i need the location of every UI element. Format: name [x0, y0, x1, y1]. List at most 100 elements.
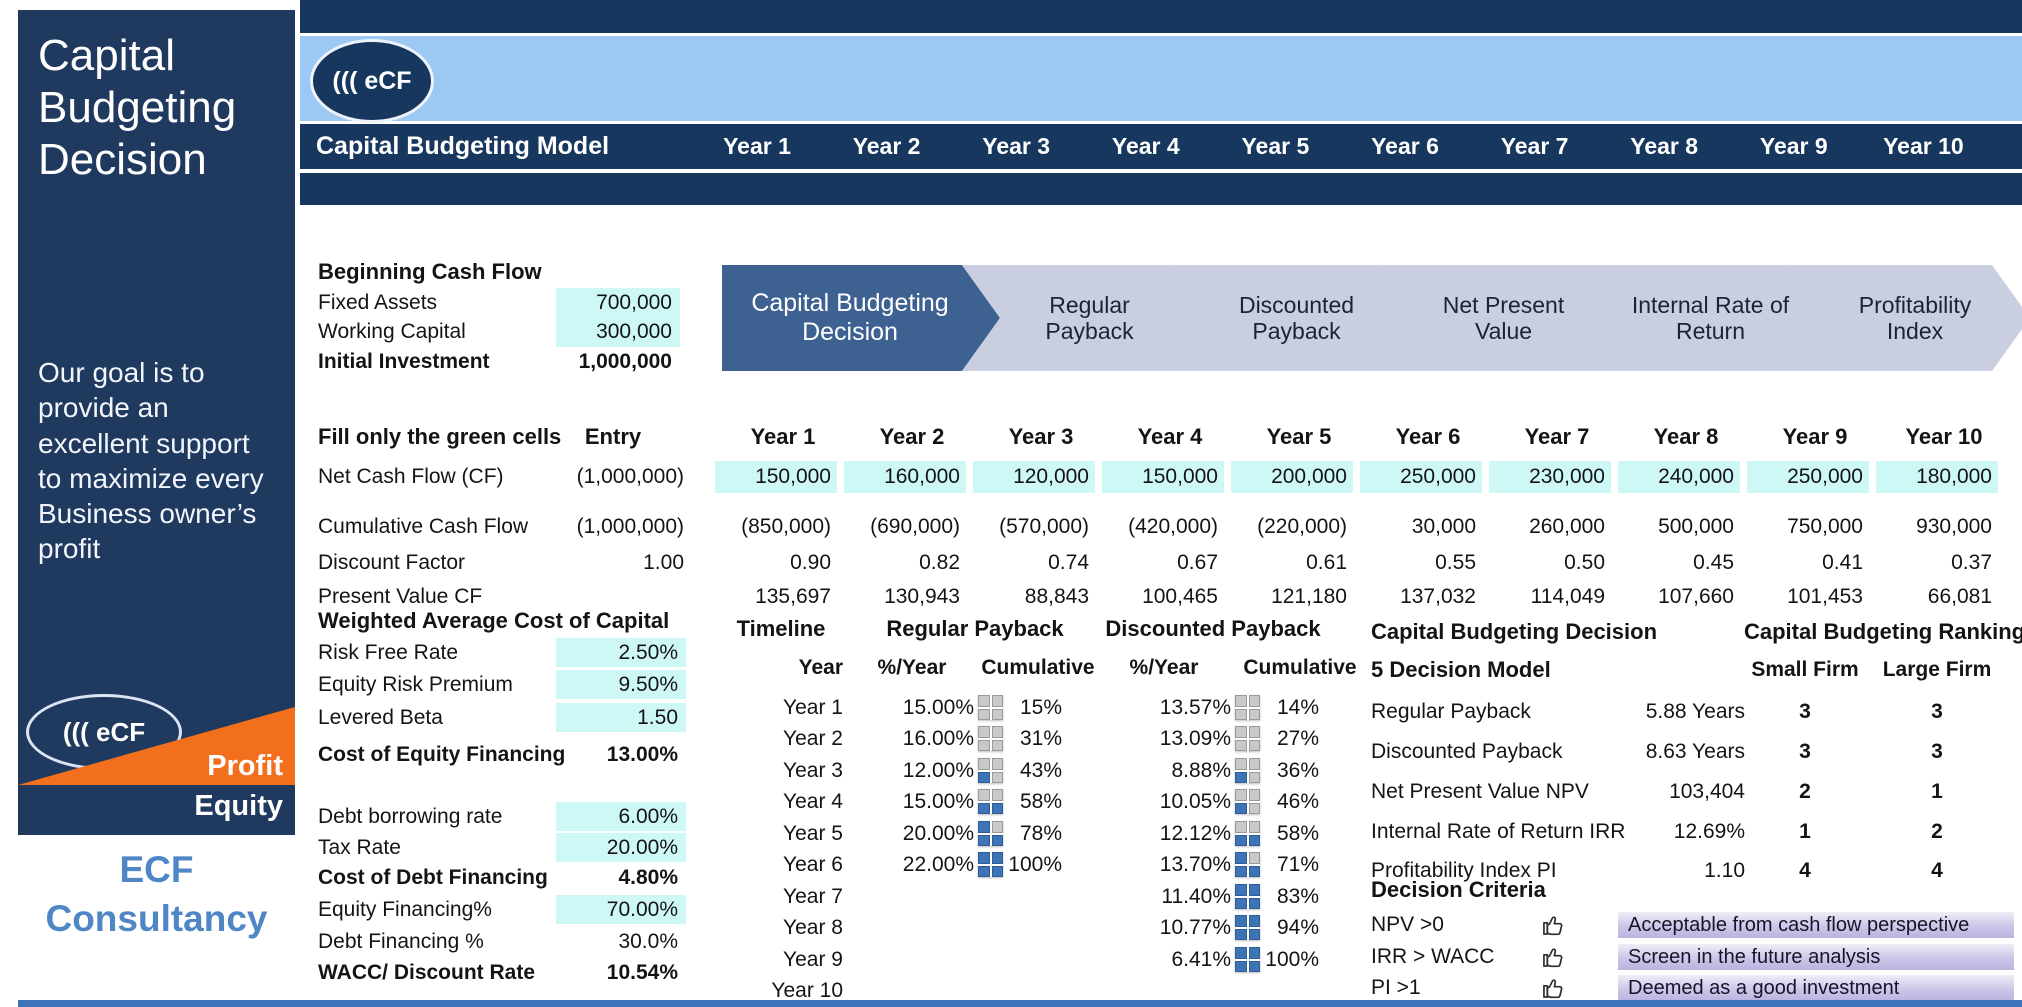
- cell-value[interactable]: 300,000: [478, 318, 672, 346]
- page-title: Capital Budgeting Decision: [38, 30, 253, 186]
- large-firm-rank: 3: [1907, 738, 1967, 766]
- cell-value[interactable]: 120,000: [959, 463, 1089, 491]
- decision-row-value: 12.69%: [1565, 818, 1745, 846]
- decision-row-value: 1.10: [1565, 857, 1745, 885]
- row-label: Risk Free Rate: [318, 639, 458, 667]
- cell-value: (570,000): [959, 513, 1089, 541]
- cell-value: 10.54%: [484, 959, 678, 987]
- thumbs-up-icon: [1540, 943, 1568, 971]
- cell-value: (850,000): [701, 513, 831, 541]
- cell-value[interactable]: 9.50%: [484, 671, 678, 699]
- cell-value: (220,000): [1217, 513, 1347, 541]
- timeline-title: Timeline: [721, 615, 841, 643]
- top-navy-strip: [300, 0, 2022, 33]
- cell-value[interactable]: 20.00%: [484, 834, 678, 862]
- regular-cumulative-value: 31%: [1000, 725, 1062, 753]
- ranking-title: Capital Budgeting Ranking: [1744, 618, 2006, 646]
- criterion-label: PI >1: [1371, 974, 1421, 1002]
- cell-value: (420,000): [1088, 513, 1218, 541]
- year-subheader: Year: [743, 654, 843, 682]
- small-firm-rank: 1: [1775, 818, 1835, 846]
- cell-value: (690,000): [830, 513, 960, 541]
- header-year-6: Year 6: [1345, 124, 1465, 169]
- cell-value: 0.55: [1346, 549, 1476, 577]
- regular-cumulative-value: 100%: [1000, 851, 1062, 879]
- decision-model-title-line1: Capital Budgeting Decision: [1371, 618, 1657, 646]
- cell-value[interactable]: 250,000: [1346, 463, 1476, 491]
- header-title-band: Capital Budgeting Model Year 1Year 2Year…: [300, 124, 2022, 169]
- small-firm-rank: 3: [1775, 698, 1835, 726]
- timeline-year-label: Year 3: [743, 757, 843, 785]
- cumulative-subheader: Cumulative: [978, 654, 1098, 682]
- criterion-label: IRR > WACC: [1371, 943, 1494, 971]
- cell-value: 0.50: [1475, 549, 1605, 577]
- cell-value[interactable]: 6.00%: [484, 803, 678, 831]
- small-firm-rank: 2: [1775, 778, 1835, 806]
- cell-value[interactable]: 180,000: [1862, 463, 1992, 491]
- cell-value[interactable]: 230,000: [1475, 463, 1605, 491]
- process-step-1[interactable]: Capital Budgeting Decision: [722, 265, 1000, 371]
- discounted-cumulative-value: 36%: [1255, 757, 1319, 785]
- header-year-7: Year 7: [1475, 124, 1595, 169]
- discounted-pct-value: 10.77%: [1111, 914, 1231, 942]
- cell-value: 107,660: [1604, 583, 1734, 611]
- header-year-5: Year 5: [1215, 124, 1335, 169]
- cell-value: 0.45: [1604, 549, 1734, 577]
- cell-value[interactable]: 250,000: [1733, 463, 1863, 491]
- row-label: Levered Beta: [318, 704, 443, 732]
- timeline-year-label: Year 4: [743, 788, 843, 816]
- profit-label: Profit: [207, 750, 283, 783]
- cell-value[interactable]: 150,000: [1088, 463, 1218, 491]
- cell-value: 0.67: [1088, 549, 1218, 577]
- row-label: Fixed Assets: [318, 289, 437, 317]
- cell-value[interactable]: 240,000: [1604, 463, 1734, 491]
- cell-value[interactable]: 2.50%: [484, 639, 678, 667]
- criterion-result-ribbon: Screen in the future analysis: [1618, 944, 2014, 970]
- cell-value[interactable]: 700,000: [478, 289, 672, 317]
- table-year-header-4: Year 4: [1110, 423, 1230, 451]
- cell-value: 30.0%: [484, 928, 678, 956]
- cell-value: 4.80%: [484, 864, 678, 892]
- cell-value[interactable]: 200,000: [1217, 463, 1347, 491]
- cell-value: 1,000,000: [478, 348, 672, 376]
- large-firm-rank: 1: [1907, 778, 1967, 806]
- cell-value[interactable]: 150,000: [701, 463, 831, 491]
- decision-row-label: Net Present Value NPV: [1371, 778, 1589, 806]
- discounted-pct-value: 10.05%: [1111, 788, 1231, 816]
- table-year-header-5: Year 5: [1239, 423, 1359, 451]
- cell-value: 0.82: [830, 549, 960, 577]
- timeline-year-label: Year 6: [743, 851, 843, 879]
- cell-value: 500,000: [1604, 513, 1734, 541]
- row-label: Working Capital: [318, 318, 466, 346]
- capital-budgeting-spreadsheet: Capital Budgeting Decision Our goal is t…: [0, 0, 2022, 1007]
- regular-pct-value: 20.00%: [854, 820, 974, 848]
- entry-value: (1,000,000): [484, 513, 684, 541]
- brand-line1: ECF: [18, 846, 295, 895]
- regular-cumulative-value: 15%: [1000, 694, 1062, 722]
- regular-cumulative-value: 58%: [1000, 788, 1062, 816]
- cell-value: 130,943: [830, 583, 960, 611]
- discounted-cumulative-value: 58%: [1255, 820, 1319, 848]
- timeline-year-label: Year 9: [743, 946, 843, 974]
- timeline-year-label: Year 7: [743, 883, 843, 911]
- regular-cumulative-value: 78%: [1000, 820, 1062, 848]
- header-year-4: Year 4: [1086, 124, 1206, 169]
- cell-value[interactable]: 160,000: [830, 463, 960, 491]
- large-firm-rank: 3: [1907, 698, 1967, 726]
- process-step-chevrons: Capital Budgeting DecisionRegular Paybac…: [722, 265, 2022, 371]
- row-label: Discount Factor: [318, 549, 465, 577]
- mission-text: Our goal is to provide an excellent supp…: [38, 355, 266, 567]
- cell-value[interactable]: 1.50: [484, 704, 678, 732]
- regular-pct-value: 22.00%: [854, 851, 974, 879]
- regular-pct-value: 15.00%: [854, 788, 974, 816]
- discounted-pct-value: 13.09%: [1111, 725, 1231, 753]
- table-year-header-6: Year 6: [1368, 423, 1488, 451]
- table-year-header-10: Year 10: [1884, 423, 2004, 451]
- discounted-pct-value: 12.12%: [1111, 820, 1231, 848]
- cell-value: 0.41: [1733, 549, 1863, 577]
- cell-value[interactable]: 70.00%: [484, 896, 678, 924]
- discounted-cumulative-value: 94%: [1255, 914, 1319, 942]
- header-year-9: Year 9: [1734, 124, 1854, 169]
- cell-value: 121,180: [1217, 583, 1347, 611]
- cell-value: 137,032: [1346, 583, 1476, 611]
